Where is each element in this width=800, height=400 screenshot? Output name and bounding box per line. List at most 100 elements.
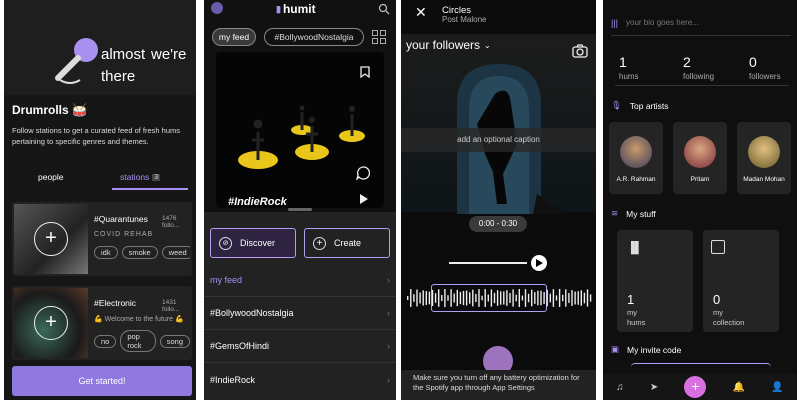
waveform [407, 289, 592, 307]
waveform-bar [549, 293, 551, 303]
stations-onboarding-screen: almost we're there Drumrolls 🥁 Follow st… [4, 0, 196, 400]
waveform-bar [478, 289, 480, 307]
artist-card[interactable]: A.R. Rahman [609, 122, 663, 194]
station-card[interactable]: + #Quarantunes 1476 follo... COVID REHAB… [12, 202, 192, 276]
play-icon[interactable] [360, 194, 368, 204]
sheet-handle[interactable] [288, 208, 312, 211]
tab-indicator [112, 188, 188, 190]
microphone-icon [55, 38, 98, 84]
station-subtitle: 💪 Welcome to the future 💪 [94, 316, 184, 323]
add-icon[interactable]: + [34, 306, 68, 340]
invite-code-box[interactable] [631, 363, 771, 369]
close-icon[interactable]: ✕ [415, 4, 427, 21]
stat-value: 2 [683, 54, 691, 70]
stuff-label-b: collection [713, 318, 745, 327]
send-icon[interactable]: ➤ [650, 382, 658, 393]
waveform-bar [416, 289, 418, 307]
waveform-bar [527, 293, 530, 303]
avatar[interactable] [211, 2, 223, 14]
tag-chip[interactable]: smoke [121, 246, 158, 259]
grid-view-icon[interactable] [372, 30, 386, 44]
list-item[interactable]: #GemsOfHindi › [204, 330, 396, 363]
stat-label[interactable]: followers [749, 72, 781, 81]
artist-name: A.R. Rahman [616, 176, 656, 183]
tag-chip[interactable]: idk [94, 246, 118, 259]
tab-stations[interactable]: stations 3 [120, 172, 161, 182]
stuff-value: 1 [627, 292, 635, 307]
add-icon[interactable]: + [34, 222, 68, 256]
waveform-bar [577, 291, 579, 305]
station-name: #Electronic [94, 298, 137, 308]
waveform-bar [543, 292, 545, 304]
waveform-bar [465, 290, 468, 306]
list-item[interactable]: #BollywoodNostalgia › [204, 297, 396, 330]
bio-input[interactable]: ||| your bio goes here... [611, 10, 791, 36]
waveform-bar [531, 289, 533, 307]
waveform-bar [481, 295, 483, 301]
artist-card[interactable]: Madan Mohan [737, 122, 791, 194]
stuff-label-a: my [627, 308, 637, 317]
stat-label[interactable]: following [683, 72, 714, 81]
compass-icon: ⊘ [219, 236, 232, 250]
playback-progress[interactable] [449, 262, 527, 264]
discover-button[interactable]: ⊘ Discover [210, 228, 296, 258]
tag-chip[interactable]: no [94, 334, 117, 348]
tab-bollywood-nostalgia[interactable]: #BollywoodNostalgia [264, 28, 364, 46]
tab-my-feed[interactable]: my feed [212, 28, 256, 46]
create-label: Create [334, 238, 362, 248]
my-collection-card[interactable]: 0 my collection [703, 230, 779, 332]
create-button[interactable]: + Create [304, 228, 390, 258]
page-title: Drumrolls 🥁 [12, 103, 87, 117]
hero-text-were: we're [151, 46, 187, 63]
tag-chip[interactable]: weed [161, 246, 190, 259]
waveform-bar [490, 289, 493, 307]
video-player[interactable]: #IndieRock [216, 52, 384, 208]
tab-people[interactable]: people [38, 172, 64, 182]
waveform-bar [462, 290, 465, 306]
waveform-bar [546, 289, 548, 307]
bell-icon[interactable]: 🔔 [733, 382, 745, 393]
caption-input[interactable]: add an optional caption [401, 128, 596, 152]
waveform-bar [515, 294, 517, 302]
music-list-icon[interactable]: ♫ [616, 382, 624, 393]
discover-label: Discover [240, 238, 276, 248]
mic-icon: 🎙 [611, 100, 622, 110]
station-card[interactable]: + #Electronic 1431 follo... 💪 Welcome to… [12, 286, 192, 360]
bookmark-icon[interactable] [360, 66, 370, 78]
invite-icon: ▣ [611, 344, 620, 354]
camera-icon[interactable] [572, 44, 588, 58]
tag-chip[interactable]: song [159, 334, 190, 348]
tag-chip[interactable]: pop rock [120, 330, 156, 352]
stuff-value: 0 [713, 292, 721, 307]
waveform-bar [537, 290, 539, 306]
get-started-button[interactable]: Get started! [12, 366, 192, 396]
waveform-bar [438, 289, 440, 307]
list-item[interactable]: #IndieRock › [204, 363, 396, 396]
description: Follow stations to get a curated feed of… [12, 126, 181, 146]
invite-heading: ▣ My invite code [611, 344, 681, 355]
create-fab[interactable]: + [684, 376, 707, 398]
comment-icon[interactable] [356, 166, 370, 180]
create-hum-screen: ✕ Circles Post Malone your followers ⌄ a… [401, 0, 596, 400]
waveform-bar [493, 292, 496, 304]
dancers-illustration [238, 105, 365, 169]
list-item-label: #IndieRock [210, 374, 256, 385]
list-item[interactable]: my feed › [204, 264, 396, 297]
search-icon[interactable] [378, 3, 390, 15]
audience-dropdown[interactable]: your followers ⌄ [406, 38, 491, 52]
chevron-right-icon: › [387, 308, 390, 318]
tab-stations-label: stations [120, 172, 150, 182]
my-hums-card[interactable]: ▐▌ 1 my hums [617, 230, 693, 332]
waveform-bar [407, 296, 409, 300]
list-item-label: my feed [210, 275, 243, 285]
waveform-bar [524, 289, 527, 307]
play-button[interactable] [531, 255, 547, 271]
waveform-bar [410, 289, 412, 307]
logo-text: humit [282, 2, 316, 16]
profile-icon[interactable]: 👤 [771, 382, 783, 393]
stats-row: 1 hums 2 following 0 followers [615, 48, 789, 86]
artist-card[interactable]: Pritam [673, 122, 727, 194]
battery-tip: Make sure you turn off any battery optim… [401, 370, 596, 400]
chevron-down-icon: ⌄ [484, 40, 491, 50]
time-range-badge: 0:00 - 0:30 [469, 216, 527, 232]
